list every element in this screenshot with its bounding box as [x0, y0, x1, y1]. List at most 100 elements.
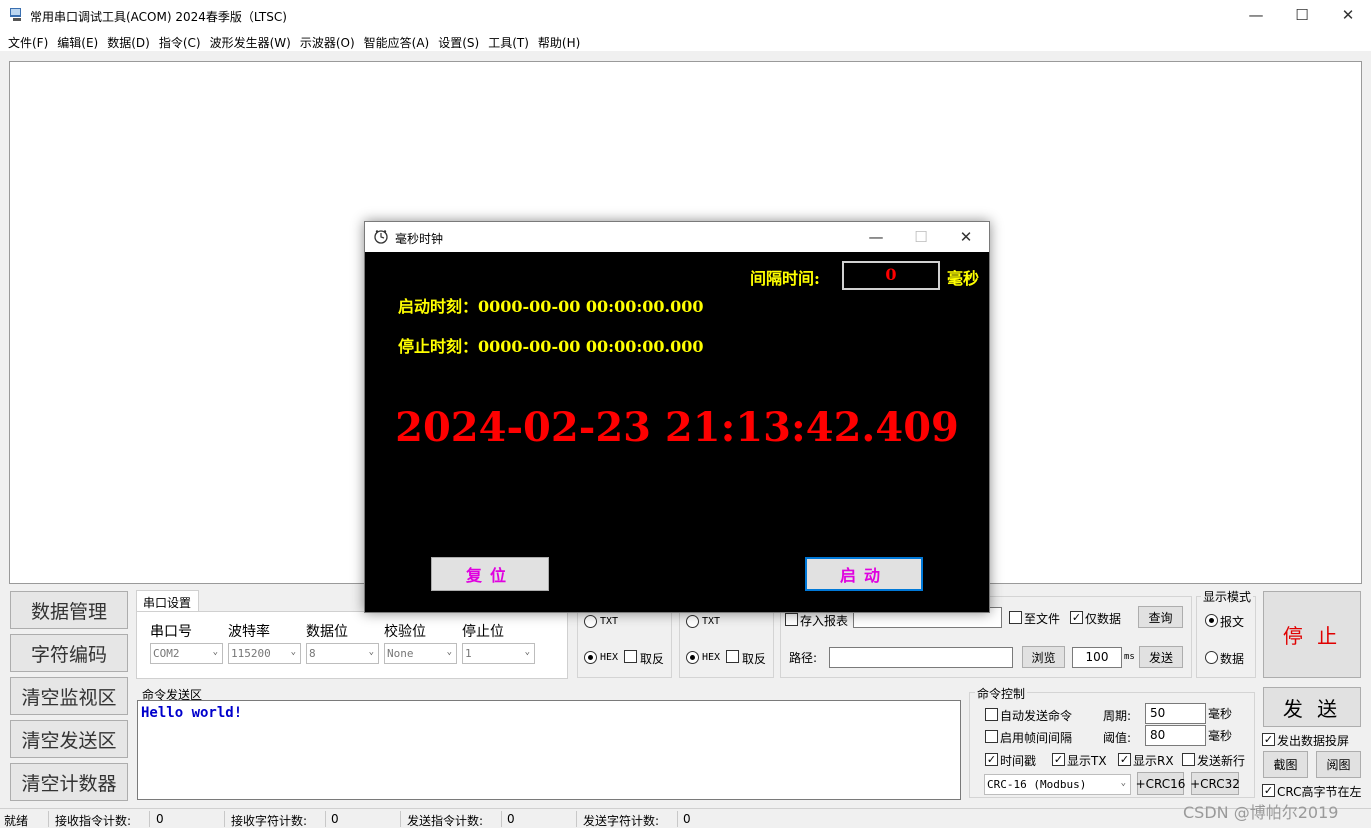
display-mode-title: 显示模式 [1201, 588, 1254, 605]
stopbits-select[interactable]: 1 ⌄ [462, 643, 535, 664]
parity-label: 校验位 [384, 624, 426, 640]
rx-char-count: 0 [331, 812, 339, 826]
status-ready: 就绪 [4, 814, 29, 828]
send-textarea[interactable]: Hello world! [137, 700, 961, 800]
menu-help[interactable]: 帮助(H) [534, 30, 585, 51]
tx-invert-checkbox[interactable] [726, 650, 739, 663]
to-file-checkbox[interactable] [1009, 611, 1022, 624]
screenshot-button[interactable]: 截图 [1263, 751, 1308, 778]
stop-button[interactable]: 停 止 [1263, 591, 1361, 678]
menu-data[interactable]: 数据(D) [103, 30, 155, 51]
tx-hex-radio[interactable] [686, 651, 699, 664]
menu-waveform[interactable]: 波形发生器(W) [206, 30, 296, 51]
char-encoding-button[interactable]: 字符编码 [10, 634, 128, 672]
maximize-icon[interactable]: ☐ [1279, 0, 1325, 30]
parity-select[interactable]: None ⌄ [384, 643, 457, 664]
port-select[interactable]: COM2 ⌄ [150, 643, 223, 664]
browse-button[interactable]: 浏览 [1022, 646, 1065, 668]
minimize-icon[interactable]: — [1233, 0, 1279, 30]
reset-button[interactable]: 复位 [431, 557, 549, 591]
menu-file[interactable]: 文件(F) [4, 30, 53, 51]
clear-counter-button[interactable]: 清空计数器 [10, 763, 128, 801]
tx-cmd-count: 0 [507, 812, 515, 826]
rx-txt-label: TXT [600, 616, 619, 627]
path-input[interactable] [829, 647, 1013, 668]
window-title: 常用串口调试工具(ACOM) 2024春季版（LTSC) [30, 10, 287, 24]
period-label: 周期: [1103, 709, 1132, 723]
stop-time-label: 停止时刻：0000-00-00 00:00:00.000 [398, 337, 704, 356]
interval-input[interactable]: 100 [1072, 647, 1122, 668]
status-bar: 就绪 接收指令计数: 0 接收字符计数: 0 发送指令计数: 0 发送字符计数:… [0, 803, 1371, 828]
command-control-group: 命令控制 自动发送命令 周期: 50 毫秒 启用帧间间隔 阈值: 80 毫秒 ✓… [969, 685, 1255, 798]
tab-serial-settings[interactable]: 串口设置 [136, 590, 199, 612]
tx-txt-radio[interactable] [686, 615, 699, 628]
ms-label: ms [1124, 652, 1135, 662]
crc32-button[interactable]: +CRC32 [1190, 772, 1240, 795]
save-report-label: 存入报表 [800, 614, 849, 628]
rx-hex-radio[interactable] [584, 651, 597, 664]
rx-invert-checkbox[interactable] [624, 650, 637, 663]
databits-label: 数据位 [306, 624, 348, 640]
rx-hex-label: HEX [600, 652, 619, 663]
menu-settings[interactable]: 设置(S) [434, 30, 484, 51]
auto-send-label: 自动发送命令 [1000, 709, 1073, 723]
display-report-radio[interactable] [1205, 614, 1218, 627]
crc-high-checkbox[interactable]: ✓ [1262, 784, 1275, 797]
dialog-maximize-icon: ☐ [914, 228, 928, 246]
frame-interval-label: 启用帧间间隔 [1000, 731, 1073, 745]
baud-label: 波特率 [228, 624, 270, 640]
tx-invert-label: 取反 [742, 652, 767, 666]
command-control-title: 命令控制 [975, 685, 1028, 702]
show-tx-label: 显示TX [1067, 754, 1107, 768]
display-data-label: 数据 [1220, 652, 1245, 666]
title-bar: 常用串口调试工具(ACOM) 2024春季版（LTSC) — ☐ ✕ [0, 0, 1371, 30]
new-line-checkbox[interactable] [1182, 753, 1195, 766]
crc16-button[interactable]: +CRC16 [1136, 772, 1185, 795]
stopbits-label: 停止位 [462, 624, 504, 640]
chevron-down-icon: ⌄ [212, 647, 218, 657]
menu-bar: 文件(F) 编辑(E) 数据(D) 指令(C) 波形发生器(W) 示波器(O) … [0, 30, 1371, 51]
clear-send-button[interactable]: 清空发送区 [10, 720, 128, 758]
view-image-button[interactable]: 阅图 [1316, 751, 1361, 778]
tx-screen-checkbox[interactable]: ✓ [1262, 733, 1275, 746]
frame-interval-checkbox[interactable] [985, 730, 998, 743]
data-only-checkbox[interactable]: ✓ [1070, 611, 1083, 624]
tx-char-count-label: 发送字符计数: [583, 814, 660, 828]
query-button[interactable]: 查询 [1138, 606, 1183, 628]
rx-char-count-label: 接收字符计数: [231, 814, 308, 828]
interval-display: 0 [842, 261, 940, 290]
threshold-input[interactable]: 80 [1145, 725, 1206, 746]
dialog-close-icon[interactable]: ✕ [943, 222, 989, 252]
to-file-label: 至文件 [1024, 612, 1061, 626]
show-rx-checkbox[interactable]: ✓ [1118, 753, 1131, 766]
crc-select[interactable]: CRC-16 (Modbus) ⌄ [984, 774, 1131, 795]
timestamp-checkbox[interactable]: ✓ [985, 753, 998, 766]
data-manage-button[interactable]: 数据管理 [10, 591, 128, 629]
tx-hex-label: HEX [702, 652, 721, 663]
display-data-radio[interactable] [1205, 651, 1218, 664]
show-tx-checkbox[interactable]: ✓ [1052, 753, 1065, 766]
databits-select[interactable]: 8 ⌄ [306, 643, 379, 664]
period-input[interactable]: 50 [1145, 703, 1206, 724]
menu-tools[interactable]: 工具(T) [484, 30, 534, 51]
start-time-label: 启动时刻：0000-00-00 00:00:00.000 [398, 297, 704, 316]
dialog-minimize-icon[interactable]: — [853, 222, 899, 252]
menu-auto-reply[interactable]: 智能应答(A) [360, 30, 435, 51]
auto-send-checkbox[interactable] [985, 708, 998, 721]
menu-oscilloscope[interactable]: 示波器(O) [296, 30, 360, 51]
send-button[interactable]: 发 送 [1263, 687, 1361, 727]
clear-monitor-button[interactable]: 清空监视区 [10, 677, 128, 715]
timed-send-button[interactable]: 发送 [1139, 646, 1183, 668]
dialog-title-bar: 毫秒时钟 — ☐ ✕ [365, 222, 989, 252]
rx-txt-radio[interactable] [584, 615, 597, 628]
tx-screen-label: 发出数据投屏 [1277, 734, 1350, 748]
chevron-down-icon: ⌄ [446, 647, 452, 657]
start-button[interactable]: 启动 [805, 557, 923, 591]
close-icon[interactable]: ✕ [1325, 0, 1371, 30]
menu-command[interactable]: 指令(C) [155, 30, 206, 51]
clock-display: 2024-02-23 21:13:42.409 [395, 404, 959, 451]
save-report-checkbox[interactable] [785, 613, 798, 626]
baud-select[interactable]: 115200 ⌄ [228, 643, 301, 664]
menu-edit[interactable]: 编辑(E) [53, 30, 103, 51]
dialog-title: 毫秒时钟 [395, 232, 444, 246]
